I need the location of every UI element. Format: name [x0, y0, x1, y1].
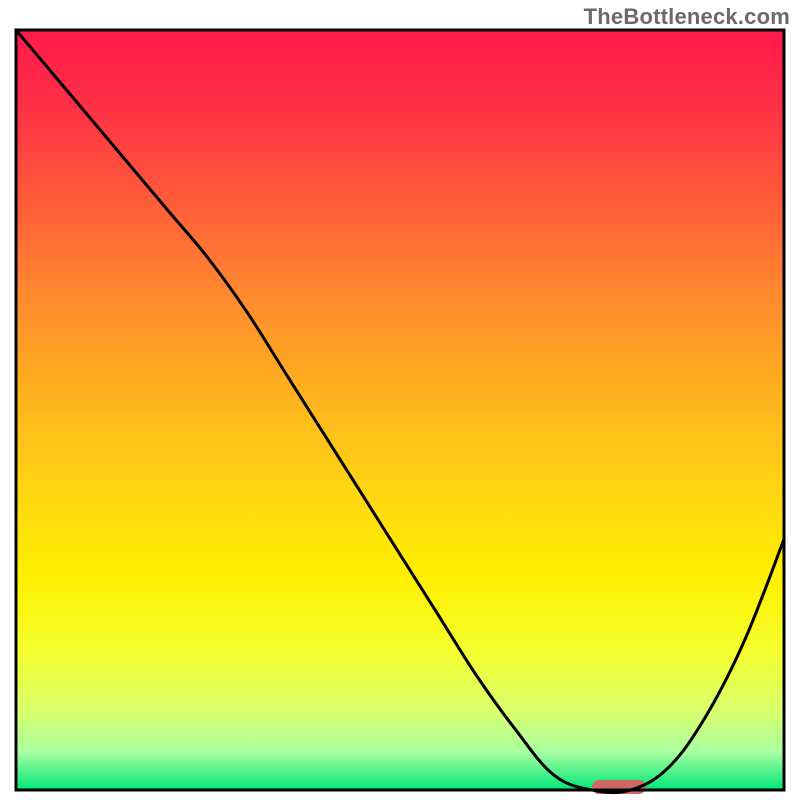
- chart-background: [16, 30, 784, 790]
- watermark-text: TheBottleneck.com: [584, 4, 790, 30]
- bottleneck-chart: [0, 0, 800, 800]
- chart-container: TheBottleneck.com: [0, 0, 800, 800]
